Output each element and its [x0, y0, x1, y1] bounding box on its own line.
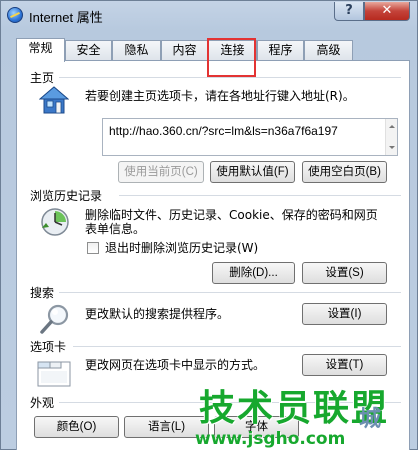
colors-button[interactable]: 颜色(O): [34, 416, 119, 438]
close-icon: ✕: [381, 3, 393, 18]
history-settings-button[interactable]: 设置(S): [302, 262, 387, 284]
tab-general[interactable]: 常规: [16, 38, 65, 62]
fonts-button[interactable]: 字体: [214, 416, 299, 438]
home-divider: [59, 77, 401, 78]
use-blank-button[interactable]: 使用空白页(B): [302, 161, 387, 183]
history-clock-icon: [41, 208, 69, 236]
title-bar[interactable]: Internet 属性 ? ✕: [1, 1, 417, 29]
delete-history-button[interactable]: 删除(D)...: [212, 262, 295, 284]
house-icon: [39, 86, 69, 114]
home-description: 若要创建主页选项卡，请在各地址行键入地址(R)。: [85, 89, 355, 103]
tab-privacy[interactable]: 隐私: [112, 40, 161, 61]
tab-advanced[interactable]: 高级: [304, 40, 353, 61]
internet-options-window: Internet 属性 ? ✕ 常规 安全 隐私 内容 连接 程序 高级 主页 …: [0, 0, 418, 450]
search-description: 更改默认的搜索提供程序。: [85, 307, 230, 321]
tab-content[interactable]: 内容: [161, 40, 208, 61]
magnifier-icon: [40, 304, 69, 334]
history-section-title: 浏览历史记录: [30, 189, 103, 203]
tabs-settings-button[interactable]: 设置(T): [302, 354, 387, 376]
search-section-title: 搜索: [30, 286, 55, 300]
tab-programs[interactable]: 程序: [257, 40, 304, 61]
languages-button[interactable]: 语言(L): [124, 416, 209, 438]
search-divider: [59, 292, 401, 293]
internet-globe-icon: [7, 7, 23, 23]
home-url-textarea[interactable]: http://hao.360.cn/?src=lm&ls=n36a7f6a197: [102, 118, 398, 156]
tabs-divider: [73, 346, 401, 347]
tabs-description: 更改网页在选项卡中显示的方式。: [85, 358, 266, 372]
home-url-value: http://hao.360.cn/?src=lm&ls=n36a7f6a197: [109, 124, 338, 138]
history-divider: [119, 195, 401, 196]
help-button[interactable]: ?: [334, 2, 364, 21]
use-default-button[interactable]: 使用默认值(F): [210, 161, 295, 183]
use-current-button[interactable]: 使用当前页(C): [118, 161, 204, 183]
appearance-section-title: 外观: [30, 396, 55, 410]
tab-security[interactable]: 安全: [65, 40, 112, 61]
delete-on-exit-label[interactable]: 退出时删除浏览历史记录(W): [105, 241, 258, 256]
close-button[interactable]: ✕: [364, 2, 410, 21]
connections-tab-highlight: [207, 38, 256, 77]
home-section-title: 主页: [30, 71, 55, 85]
history-description-line2: 表单信息。: [85, 222, 146, 236]
general-tab-panel: 主页 若要创建主页选项卡，请在各地址行键入地址(R)。 http://hao.3…: [16, 60, 410, 450]
tabs-section-title: 选项卡: [30, 340, 67, 354]
delete-on-exit-checkbox[interactable]: [87, 242, 99, 254]
window-title: Internet 属性: [29, 10, 103, 25]
search-settings-button[interactable]: 设置(I): [302, 303, 387, 325]
appearance-divider: [59, 402, 401, 403]
tabbed-window-icon: [37, 361, 71, 387]
history-description-line1: 删除临时文件、历史记录、Cookie、保存的密码和网页: [85, 208, 378, 222]
url-scrollbar[interactable]: [385, 119, 397, 155]
